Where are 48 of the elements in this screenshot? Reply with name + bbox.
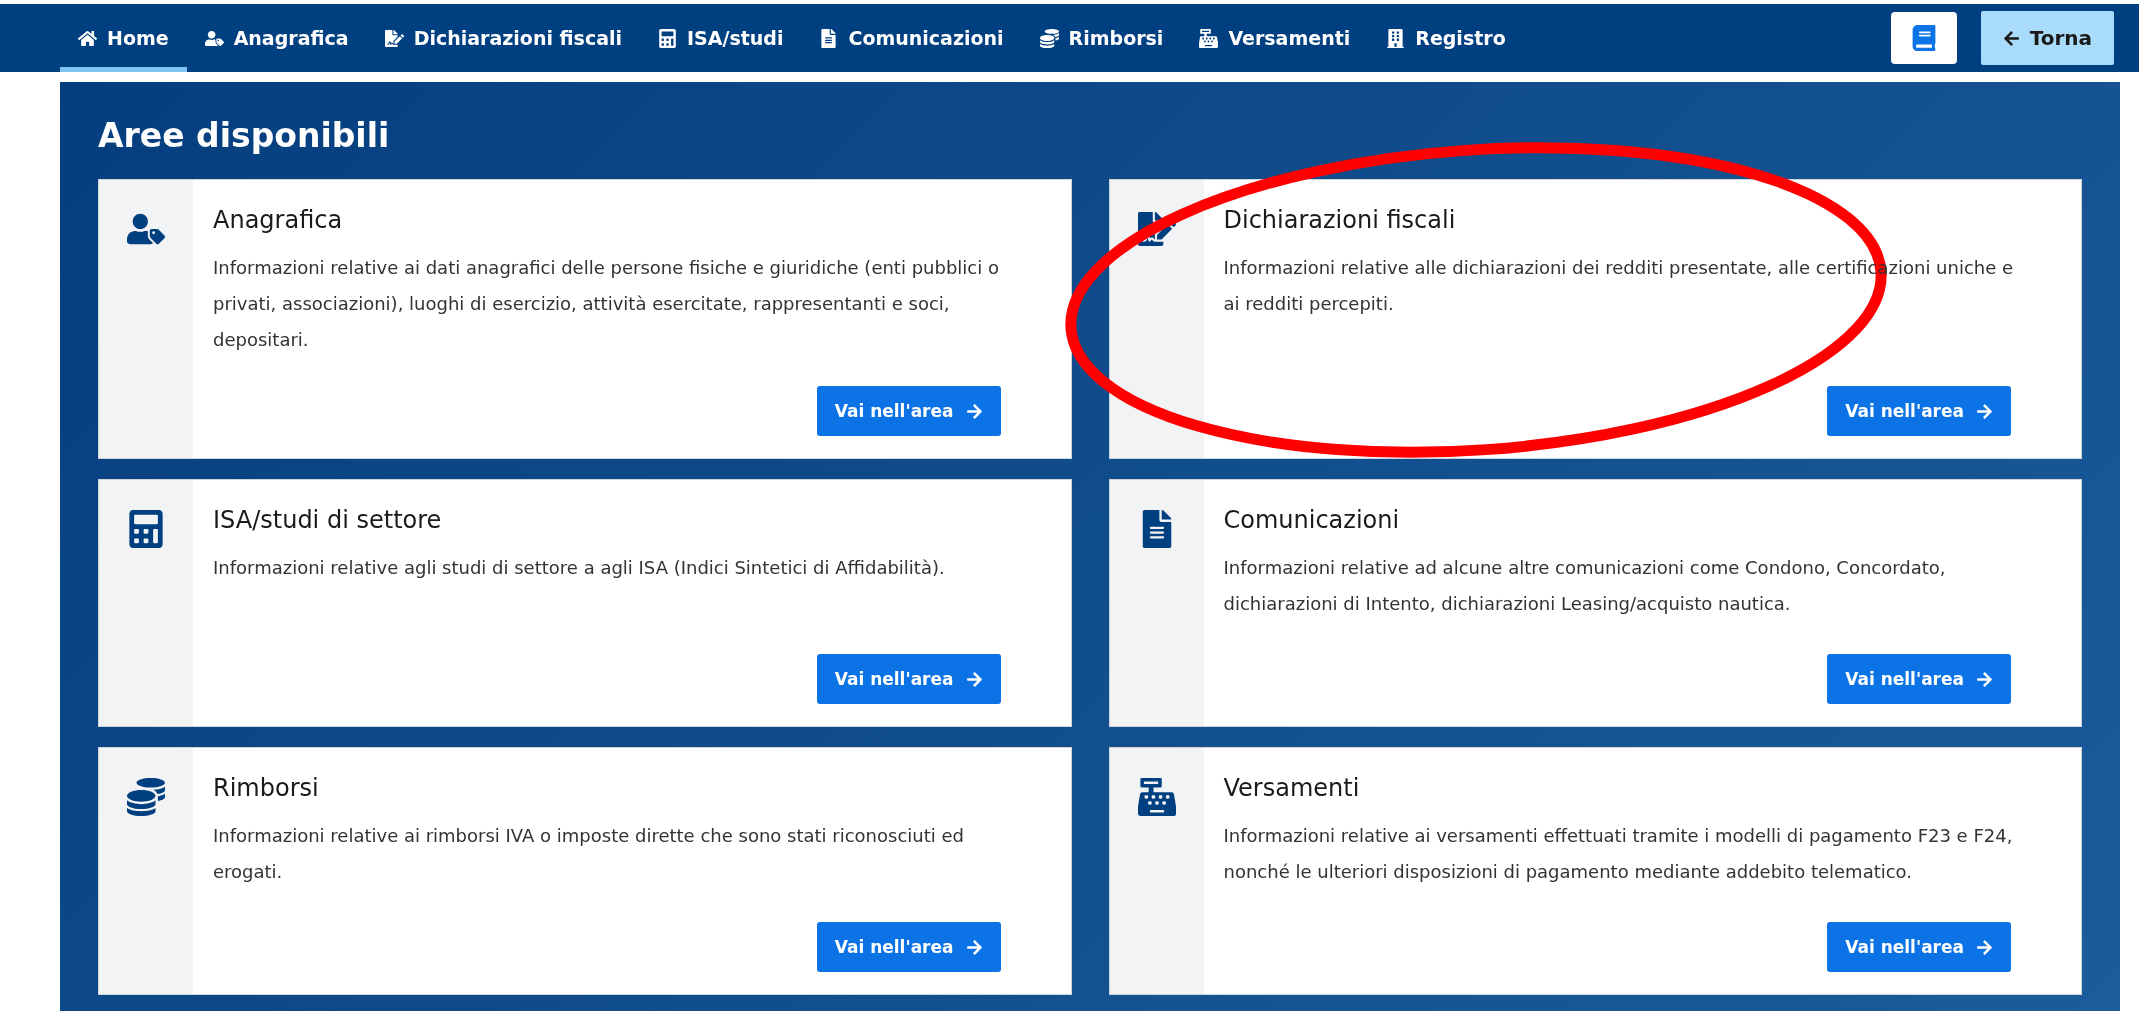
calculator-icon [658,28,678,48]
building-icon [1386,28,1406,48]
coins-icon [1039,28,1059,48]
manual-button[interactable] [1890,12,1957,64]
cash-register-icon [1199,28,1219,48]
nav-tab[interactable]: Comunicazioni [801,4,1022,72]
card-description: Informazioni relative ad alcune altre comunicazioni come Condono, Concordato, dichiarazioni di Intento, dichiarazioni Leasing/acquisto nautica. [1223,556,1947,616]
card-title: Dichiarazioni fiscali [1223,206,1457,234]
arrow-right-icon [1976,402,1993,420]
go-to-area-button[interactable]: Vai nell'area [816,654,1001,704]
card-title: Rimborsi [213,774,320,802]
go-to-area-button[interactable]: Vai nell'area [816,386,1001,436]
go-to-area-button[interactable]: Vai nell'area [1827,654,2011,704]
card-title: Anagrafica [213,206,344,234]
arrow-left-icon [2002,29,2020,47]
arrow-right-icon [1976,938,1993,956]
go-to-area-button[interactable]: Vai nell'area [1827,386,2011,436]
page-title: Aree disponibili [98,116,391,155]
card-title: Comunicazioni [1223,506,1401,534]
card-title: ISA/studi di settore [213,506,443,534]
user-tag-icon [204,28,224,48]
arrow-right-icon [965,670,983,688]
nav-tab[interactable]: Home [60,4,187,72]
go-to-area-button[interactable]: Vai nell'area [1827,922,2011,972]
card-title: Versamenti [1223,774,1361,802]
arrow-right-icon [965,402,983,420]
signed-document-icon [384,28,404,48]
nav-tab[interactable]: ISA/studi [640,4,802,72]
nav-tab[interactable]: Anagrafica [186,4,367,72]
book-icon [1910,25,1937,51]
signed-document-icon [1137,210,1176,248]
calculator-icon [127,510,165,548]
back-button[interactable]: Torna [1980,11,2114,65]
card-description: Informazioni relative ai versamenti effettuati tramite i modelli di pagamento F23 e F24, nonché le ulteriori disposizioni di pagamento mediante addebito telematico. [1223,824,2014,884]
arrow-right-icon [1976,670,1993,688]
go-to-area-button[interactable]: Vai nell'area [816,922,1001,972]
document-icon [819,28,839,48]
arrow-right-icon [965,938,983,956]
nav-tab[interactable]: Versamenti [1181,4,1369,72]
home-icon [78,28,97,48]
card-description: Informazioni relative ai rimborsi IVA o imposte dirette che sono stati riconosciuti ed erogati. [213,824,965,884]
card-description: Informazioni relative ai dati anagrafici delle persone fisiche e giuridiche (enti pubblici o privati, associazioni), luoghi di esercizio, attività esercitate, rappresentanti e soci, depositari. [213,256,1000,352]
card-description: Informazioni relative agli studi di settore a agli ISA (Indici Sintetici di Affidabilità). [213,556,946,580]
coins-icon [127,778,165,816]
nav-tab[interactable]: Rimborsi [1021,4,1182,72]
nav-tab[interactable]: Registro [1368,4,1524,72]
cash-register-icon [1137,778,1176,816]
nav-tab[interactable]: Dichiarazioni fiscali [366,4,641,72]
